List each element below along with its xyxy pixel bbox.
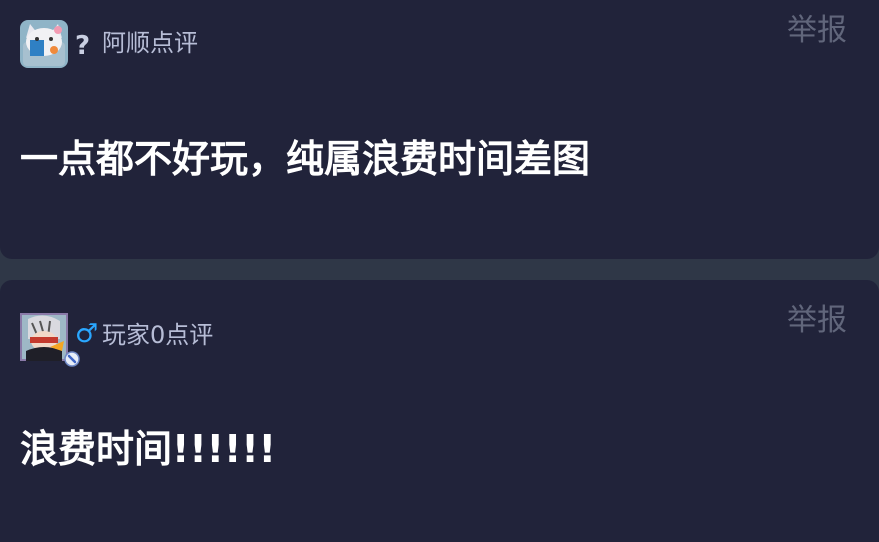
anime-avatar-icon [20,313,68,361]
report-button[interactable]: 举报 [787,306,847,336]
verified-badge-icon [64,351,80,367]
username[interactable]: 玩家0点评 [102,323,213,347]
review-card: ♂ 玩家0点评 举报 浪费时间!!!!!! [0,280,879,542]
comment-text: 浪费时间!!!!!! [20,427,276,471]
gender-unknown-icon: ? [75,31,91,61]
report-button[interactable]: 举报 [787,16,847,46]
user-avatar[interactable] [20,313,80,367]
review-list: ? 阿顺点评 举报 一点都不好玩，纯属浪费时间差图 ♂ 玩家0点评 举报 浪费时… [0,0,879,542]
cat-avatar-icon [20,20,68,68]
user-avatar[interactable] [20,20,68,68]
comment-text: 一点都不好玩，纯属浪费时间差图 [20,137,591,181]
username[interactable]: 阿顺点评 [102,31,198,55]
male-icon: ♂ [75,319,99,349]
review-card: ? 阿顺点评 举报 一点都不好玩，纯属浪费时间差图 [0,0,879,259]
